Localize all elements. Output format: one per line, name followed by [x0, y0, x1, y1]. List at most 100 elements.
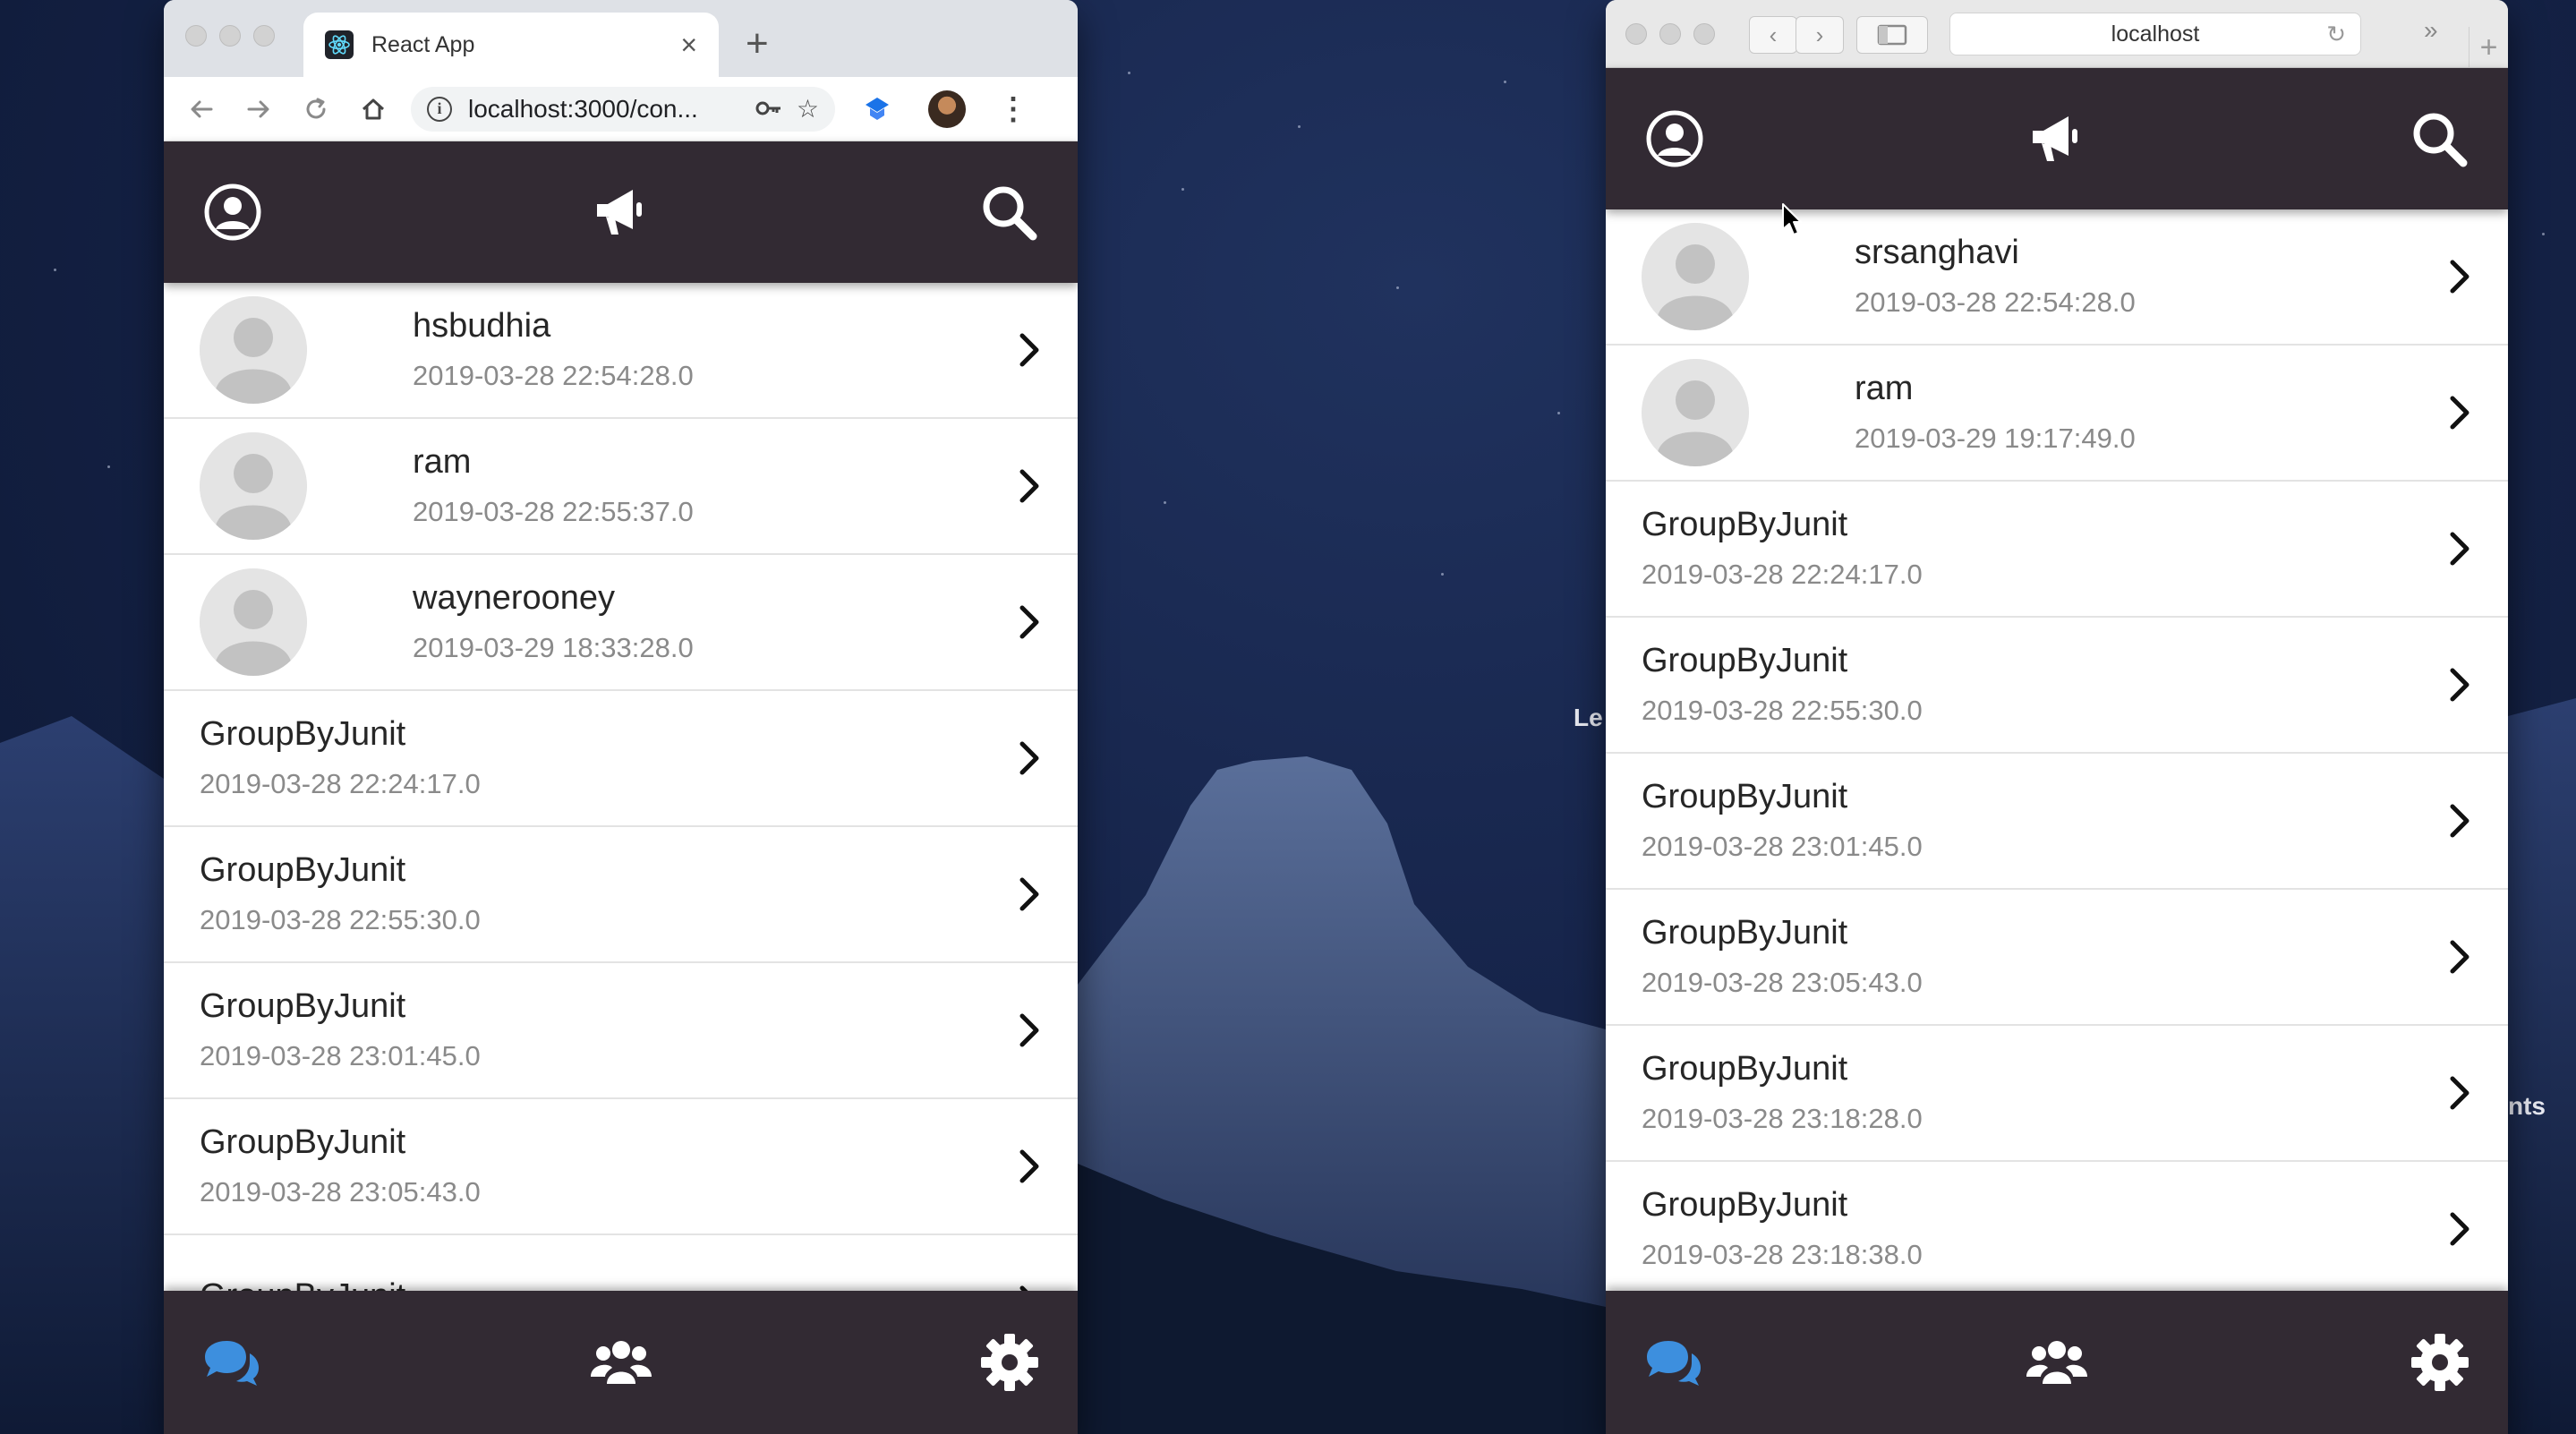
chevron-right-icon[interactable]	[2447, 1073, 2472, 1113]
close-window-button[interactable]	[1625, 23, 1647, 45]
browser-tab[interactable]: React App ×	[303, 13, 719, 77]
chevron-right-icon[interactable]	[1017, 602, 1042, 642]
row-text: GroupByJunit 2019-03-28 23:05:43.0	[1642, 913, 1923, 1001]
conversation-row[interactable]: GroupByJunit 2019-03-28 23:05:43.0	[164, 1099, 1078, 1235]
megaphone-icon[interactable]	[592, 183, 651, 242]
address-bar[interactable]: localhost ↻	[1949, 13, 2361, 55]
chevron-right-icon[interactable]	[1017, 1283, 1042, 1291]
star	[54, 269, 56, 271]
new-tab-icon[interactable]: +	[2469, 27, 2508, 68]
chevron-right-icon[interactable]	[1017, 875, 1042, 914]
info-icon[interactable]: i	[427, 96, 452, 122]
more-chevron-icon[interactable]: »	[2424, 16, 2438, 45]
chevron-right-icon[interactable]	[1017, 466, 1042, 506]
chevron-right-icon[interactable]	[1017, 330, 1042, 370]
search-icon[interactable]	[979, 183, 1038, 242]
address-bar[interactable]: i localhost:3000/con... ☆	[411, 86, 835, 132]
key-icon[interactable]	[755, 95, 782, 124]
back-icon[interactable]	[182, 90, 221, 129]
messaging-app: hsbudhia 2019-03-28 22:54:28.0 ram 2019-03-…	[164, 141, 1078, 1434]
sidebar-icon[interactable]	[1856, 16, 1928, 54]
conversation-row[interactable]: ram 2019-03-28 22:55:37.0	[164, 419, 1078, 555]
star	[1128, 72, 1130, 74]
chevron-right-icon[interactable]	[2447, 393, 2472, 432]
chat-icon[interactable]	[200, 1330, 264, 1395]
conversation-name: GroupByJunit	[200, 987, 406, 1025]
conversation-row[interactable]: GroupByJunit 2019-03-28 23:05:43.0	[1606, 890, 2508, 1026]
new-tab-icon[interactable]: +	[746, 20, 769, 68]
user-icon[interactable]	[1645, 109, 1704, 168]
extension-icon[interactable]	[862, 94, 892, 124]
chrome-window: React App × + i localhost:3000/con... ☆	[164, 0, 1078, 1434]
chevron-right-icon[interactable]	[2447, 801, 2472, 841]
star-icon[interactable]: ☆	[797, 94, 819, 124]
row-text: GroupByJunit 2019-03-28 23:18:38.0	[1642, 1185, 1923, 1273]
chevron-right-icon[interactable]	[2447, 937, 2472, 977]
close-window-button[interactable]	[185, 25, 207, 47]
conversation-row[interactable]: GroupByJunit 2019-03-28 22:24:17.0	[1606, 482, 2508, 618]
user-icon[interactable]	[203, 183, 262, 242]
app-header	[164, 141, 1078, 283]
reload-icon[interactable]	[296, 90, 336, 129]
chevron-right-icon[interactable]	[2447, 529, 2472, 568]
window-controls[interactable]	[1625, 23, 1715, 45]
url-text[interactable]: localhost:3000/con...	[468, 95, 741, 124]
settings-icon[interactable]	[977, 1330, 1042, 1395]
conversation-list[interactable]: srsanghavi 2019-03-28 22:54:28.0 ram 2019-0…	[1606, 209, 2508, 1291]
messaging-app: srsanghavi 2019-03-28 22:54:28.0 ram 2019-0…	[1606, 68, 2508, 1434]
chevron-right-icon[interactable]	[2447, 257, 2472, 296]
chevron-right-icon[interactable]	[2447, 665, 2472, 704]
avatar	[200, 568, 307, 676]
url-text[interactable]: localhost	[2111, 21, 2200, 47]
profile-avatar[interactable]	[928, 90, 966, 128]
chat-icon[interactable]	[1642, 1330, 1706, 1395]
zoom-window-button[interactable]	[253, 25, 275, 47]
avatar	[1642, 359, 1749, 466]
conversation-name: GroupByJunit	[1642, 1186, 1848, 1224]
back-icon[interactable]: ‹	[1749, 16, 1797, 54]
conversation-row[interactable]: GroupByJunit 2019-03-28 22:55:30.0	[1606, 618, 2508, 754]
conversation-row[interactable]: srsanghavi 2019-03-28 22:54:28.0	[1606, 209, 2508, 346]
conversation-timestamp: 2019-03-28 23:01:45.0	[1642, 831, 1923, 862]
avatar	[200, 432, 307, 540]
chevron-right-icon[interactable]	[1017, 1147, 1042, 1186]
conversation-name: GroupByJunit	[200, 851, 406, 889]
conversation-row[interactable]: GroupByJunit 2019-03-28 23:18:38.0	[1606, 1162, 2508, 1291]
minimize-window-button[interactable]	[1659, 23, 1681, 45]
conversation-row[interactable]: GroupByJunit 2019-03-28 23:01:45.0	[164, 963, 1078, 1099]
conversation-row[interactable]: GroupByJunit 2019-03-28 22:24:17.0	[164, 691, 1078, 827]
window-controls[interactable]	[185, 25, 275, 47]
menu-icon[interactable]: ⋮	[998, 91, 1028, 127]
zoom-window-button[interactable]	[1693, 23, 1715, 45]
group-icon[interactable]	[2025, 1330, 2089, 1395]
conversation-list[interactable]: hsbudhia 2019-03-28 22:54:28.0 ram 2019-03-…	[164, 283, 1078, 1291]
conversation-row[interactable]: GroupByJunit 2019-03-28 23:18:28.0	[1606, 1026, 2508, 1162]
reload-icon[interactable]: ↻	[2326, 21, 2346, 48]
conversation-timestamp: 2019-03-28 22:55:30.0	[200, 904, 481, 935]
star	[1181, 188, 1184, 191]
conversation-name: hsbudhia	[413, 307, 551, 345]
minimize-window-button[interactable]	[219, 25, 241, 47]
forward-icon[interactable]	[239, 90, 278, 129]
desktop-label-fragment: Le	[1574, 704, 1603, 731]
megaphone-icon[interactable]	[2027, 109, 2086, 168]
chevron-right-icon[interactable]	[1017, 1011, 1042, 1050]
chevron-right-icon[interactable]	[1017, 738, 1042, 778]
conversation-row[interactable]: GroupByJunit 2019-03-28 23:01:45.0	[1606, 754, 2508, 890]
group-icon[interactable]	[589, 1330, 653, 1395]
avatar	[200, 296, 307, 404]
conversation-row[interactable]: waynerooney 2019-03-29 18:33:28.0	[164, 555, 1078, 691]
chevron-right-icon[interactable]	[2447, 1209, 2472, 1249]
search-icon[interactable]	[2410, 109, 2469, 168]
conversation-row[interactable]: ram 2019-03-29 19:17:49.0	[1606, 346, 2508, 482]
close-tab-icon[interactable]: ×	[680, 29, 697, 62]
settings-icon[interactable]	[2408, 1330, 2472, 1395]
bottom-nav	[1606, 1291, 2508, 1434]
conversation-row[interactable]: GroupByJunit 2019-03-28 22:55:30.0	[164, 827, 1078, 963]
conversation-row[interactable]: GroupByJunit	[164, 1235, 1078, 1291]
home-icon[interactable]	[354, 90, 393, 129]
conversation-timestamp: 2019-03-28 22:55:37.0	[413, 496, 694, 527]
star	[1557, 412, 1560, 414]
conversation-row[interactable]: hsbudhia 2019-03-28 22:54:28.0	[164, 283, 1078, 419]
forward-icon[interactable]: ›	[1796, 16, 1844, 54]
